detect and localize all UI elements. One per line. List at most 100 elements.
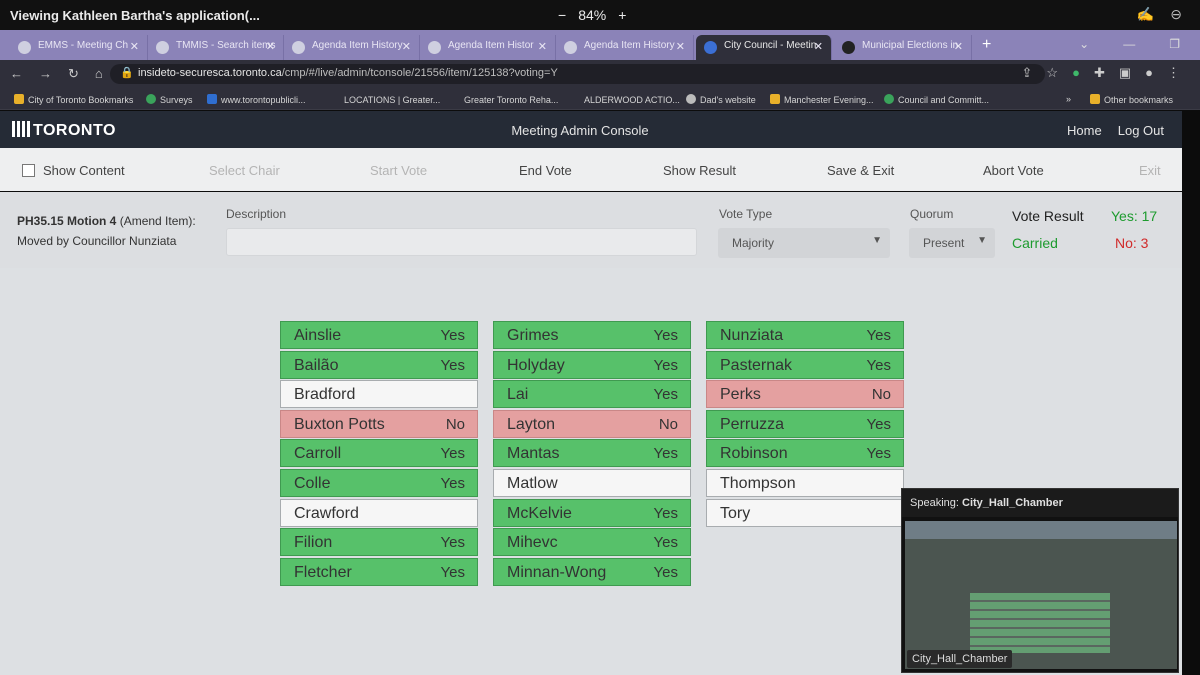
maximize-icon[interactable]: ❐ [1169,37,1180,51]
zoom-in-button[interactable]: + [618,7,626,23]
tab-1[interactable]: EMMS - Meeting Ch ✕ [10,35,148,60]
logout-link[interactable]: Log Out [1118,123,1164,138]
vote-type-select[interactable]: Majority ▼ [718,228,890,258]
councillor-vote-row[interactable]: Matlow [493,468,691,497]
councillor-vote-row[interactable]: Tory [706,498,904,527]
url-field[interactable]: 🔒 insideto-securesca.toronto.ca/cmp/#/li… [110,64,1045,84]
close-tab-icon[interactable]: ✕ [130,40,139,53]
app-header: TORONTO Meeting Admin Console Home Log O… [0,111,1182,148]
councillor-vote-row[interactable]: Mantas Yes [493,439,691,468]
close-tab-icon[interactable]: ✕ [266,40,275,53]
councillor-vote-row[interactable]: Crawford [280,498,478,527]
video-vote-grid [970,593,1110,653]
councillor-vote-row[interactable]: Layton No [493,409,691,438]
close-tab-icon[interactable]: ✕ [954,40,963,53]
save-exit-button[interactable]: Save & Exit [827,163,894,178]
zoom-controls: − 84% + [558,7,626,23]
bookmark-item[interactable]: Council and Committ... [884,94,989,105]
bookmark-item[interactable]: Greater Toronto Reha... [450,94,558,105]
back-icon[interactable]: ← [10,66,23,82]
councillor-vote-row[interactable]: Thompson [706,468,904,497]
councillor-vote-row[interactable]: Fletcher Yes [280,557,478,586]
end-vote-button[interactable]: End Vote [519,163,572,178]
start-vote-button[interactable]: Start Vote [370,163,427,178]
show-content-toggle[interactable]: Show Content [22,163,125,178]
councillor-vote-row[interactable]: Holyday Yes [493,350,691,379]
bookmark-item[interactable]: Manchester Evening... [770,94,874,105]
bookmark-item[interactable]: City of Toronto Bookmarks [14,94,133,105]
zoom-out-button[interactable]: − [558,7,566,23]
select-chair-button[interactable]: Select Chair [209,163,280,178]
councillor-vote-row[interactable]: Nunziata Yes [706,321,904,349]
councillor-vote-row[interactable]: Perks No [706,380,904,409]
show-result-button[interactable]: Show Result [663,163,736,178]
councillor-vote-row[interactable]: Minnan-Wong Yes [493,557,691,586]
profile-icon[interactable]: ● [1145,65,1153,81]
councillor-vote-row[interactable]: Filion Yes [280,528,478,557]
stop-share-icon[interactable]: ⊖ [1170,6,1182,23]
tab-5[interactable]: Agenda Item History ✕ [556,35,694,60]
bookmark-item[interactable]: www.torontopublicli... [207,94,306,105]
sidebar-icon[interactable]: ▣ [1119,65,1131,81]
abort-vote-button[interactable]: Abort Vote [983,163,1044,178]
annotate-icon[interactable]: ✍ [1137,6,1154,23]
home-icon[interactable]: ⌂ [95,66,103,82]
video-caption: City_Hall_Chamber [907,650,1013,668]
councillor-vote-row[interactable]: Perruzza Yes [706,409,904,438]
bookmark-item[interactable]: Other bookmarks [1090,94,1173,105]
share-title: Viewing Kathleen Bartha's application(..… [10,8,260,23]
tab-4[interactable]: Agenda Item Histor ✕ [420,35,556,60]
councillor-vote-row[interactable]: Bailão Yes [280,350,478,379]
councillor-vote-row[interactable]: Carroll Yes [280,439,478,468]
extension-green-icon[interactable]: ● [1072,65,1080,81]
councillor-vote-row[interactable]: Grimes Yes [493,321,691,349]
close-tab-icon[interactable]: ✕ [538,40,547,53]
councillor-vote-row[interactable]: Lai Yes [493,380,691,409]
exit-button[interactable]: Exit [1139,163,1161,178]
checkbox-icon[interactable] [22,164,35,177]
tab-3[interactable]: Agenda Item History ✕ [284,35,420,60]
new-tab-icon[interactable]: + [982,36,991,54]
tab-7[interactable]: Municipal Elections in ✕ [834,35,972,60]
councillor-name: Robinson [720,445,788,463]
close-tab-icon[interactable]: ✕ [402,40,411,53]
bookmark-item[interactable]: Surveys [146,94,193,105]
menu-icon[interactable]: ⋮ [1167,65,1180,81]
zoom-level: 84% [578,7,607,23]
home-link[interactable]: Home [1067,123,1102,138]
reload-icon[interactable]: ↻ [68,66,79,82]
page-title: Meeting Admin Console [511,123,649,138]
quorum-select[interactable]: Present ▼ [909,228,995,258]
councillor-vote: Yes [653,563,678,581]
speaking-video-panel[interactable]: Speaking: City_Hall_Chamber City_Hall_Ch… [901,488,1179,673]
bookmark-item[interactable]: Dad's website [686,94,756,105]
star-icon[interactable]: ☆ [1046,65,1058,81]
councillor-vote: No [445,415,465,433]
councillor-vote-row[interactable]: McKelvie Yes [493,498,691,527]
more-bookmarks-icon[interactable]: » [1066,94,1071,104]
share-icon[interactable]: ⇪ [1022,65,1033,81]
councillor-vote-row[interactable]: Colle Yes [280,468,478,497]
councillor-vote-row[interactable]: Ainslie Yes [280,321,478,349]
close-tab-icon[interactable]: ✕ [676,40,685,53]
councillor-vote-row[interactable]: Buxton Potts No [280,409,478,438]
tab-2[interactable]: TMMIS - Search items ✕ [148,35,284,60]
chevron-down-icon[interactable]: ⌄ [1079,37,1089,51]
councillor-name: Minnan-Wong [507,563,607,581]
bookmark-label: Dad's website [700,95,756,105]
councillor-vote-row[interactable]: Bradford [280,380,478,409]
bookmark-item[interactable]: LOCATIONS | Greater... [330,94,440,105]
description-field[interactable] [226,228,697,256]
councillor-vote-row[interactable]: Robinson Yes [706,439,904,468]
councillor-vote-row[interactable]: Mihevc Yes [493,528,691,557]
bookmark-item[interactable]: ALDERWOOD ACTIO... [570,94,680,105]
puzzle-icon[interactable]: ✚ [1094,65,1105,81]
tab-6-active[interactable]: City Council - Meetin ✕ [696,35,832,60]
councillor-vote: Yes [866,415,891,433]
minimize-icon[interactable]: — [1123,37,1135,51]
councillor-vote-row[interactable]: Pasternak Yes [706,350,904,379]
site-icon [146,94,156,104]
site-icon [450,94,460,104]
close-tab-icon[interactable]: ✕ [814,40,823,53]
forward-icon[interactable]: → [39,66,52,82]
